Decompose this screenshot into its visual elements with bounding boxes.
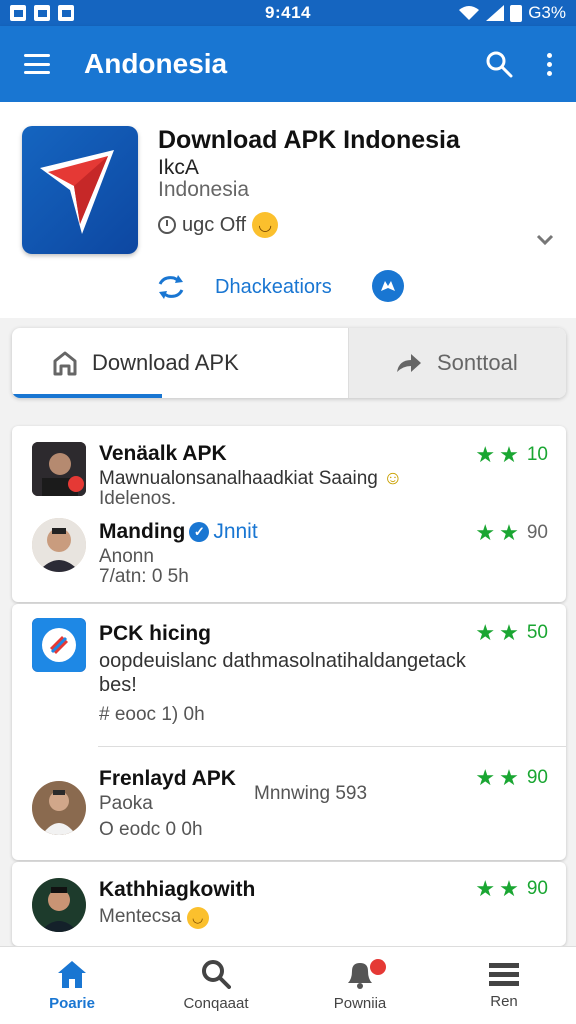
- item-description: Mawnualonsanalhaadkiat Saaing ☺: [99, 468, 403, 489]
- notification-badge: [370, 959, 386, 975]
- wifi-icon: [459, 6, 480, 20]
- item-title: PCK hicing: [99, 622, 212, 645]
- search-icon[interactable]: [485, 50, 513, 78]
- nav-list[interactable]: Ren: [432, 947, 576, 1024]
- avatar: [32, 518, 86, 572]
- tab-share-label: Sonttoal: [437, 350, 518, 375]
- rating: ★ ★ 90: [475, 767, 548, 789]
- app-bar: Andonesia: [0, 26, 576, 102]
- smile-emoji-icon: ◡: [252, 212, 279, 238]
- avatar: [32, 618, 86, 672]
- item-title: Frenlayd APK: [99, 767, 236, 790]
- nav-search-label: Conqaaat: [183, 995, 249, 1012]
- list-item[interactable]: Venäalk APK Mawnualonsanalhaadkiat Saain…: [12, 426, 566, 514]
- search-icon: [202, 960, 231, 989]
- nav-notifications[interactable]: Powniia: [288, 947, 432, 1024]
- sync-icon[interactable]: [156, 274, 186, 300]
- item-link[interactable]: Jnnit: [213, 520, 257, 543]
- item-title: Kathhiagkowith: [99, 878, 256, 901]
- bottom-navigation: Poarie Conqaaat Powniia Ren: [0, 946, 576, 1024]
- item-title: Manding ✓ Jnnit: [99, 520, 258, 543]
- star-icon: ★: [499, 520, 519, 545]
- list-item[interactable]: PCK hicing oopdeuislanc dathmasolnatihal…: [12, 604, 566, 746]
- item-subtext: Idelenos.: [99, 488, 177, 509]
- item-description: Paoka: [99, 793, 153, 814]
- signal-icon: [486, 5, 505, 21]
- rating: ★ ★ 90: [475, 878, 548, 900]
- star-icon: ★: [499, 620, 519, 645]
- more-options-icon[interactable]: [547, 52, 552, 76]
- app-title: Download APK Indonesia: [158, 126, 460, 154]
- item-subtext: # eooc 1) 0h: [99, 704, 205, 725]
- smile-emoji-icon: ◡: [186, 907, 209, 929]
- star-icon: ★: [475, 520, 496, 545]
- app-region: Indonesia: [158, 178, 250, 201]
- app-meta-text: ugc Off: [182, 213, 247, 236]
- battery-icon: [510, 4, 523, 22]
- home-icon: [58, 961, 86, 988]
- star-icon: ★: [475, 876, 496, 901]
- star-icon: ★: [475, 620, 496, 645]
- emoji-icon: ☺: [383, 468, 403, 489]
- list-card: Venäalk APK Mawnualonsanalhaadkiat Saain…: [12, 426, 566, 602]
- star-icon: ★: [499, 442, 519, 467]
- nav-notifications-label: Powniia: [333, 995, 387, 1012]
- item-description: oopdeuislanc dathmasolnatihaldangetack: [99, 650, 466, 672]
- list-icon: [489, 963, 519, 986]
- rating-value: 90: [526, 522, 548, 543]
- avatar: [32, 781, 86, 835]
- menu-icon[interactable]: [24, 54, 50, 74]
- avatar: [32, 878, 86, 932]
- item-subtext: 7/atn: 0 5h: [99, 566, 189, 587]
- app-bar-title: Andonesia: [84, 48, 228, 79]
- tab-download-label: Download APK: [92, 350, 239, 375]
- clock-icon: [158, 216, 176, 234]
- active-tab-indicator: [12, 394, 162, 398]
- app-header-card: Download APK Indonesia IkcA Indonesia ug…: [0, 102, 576, 318]
- star-icon: ★: [499, 876, 519, 901]
- item-title: Venäalk APK: [99, 442, 227, 465]
- app-meta: ugc Off ◡: [158, 212, 279, 238]
- chevron-down-icon[interactable]: [536, 234, 554, 246]
- item-description-cont: bes!: [99, 674, 137, 696]
- rating-value: 90: [526, 878, 548, 899]
- rating: ★ ★ 90: [475, 522, 548, 544]
- rating: ★ ★ 50: [475, 622, 548, 644]
- star-icon: ★: [475, 442, 496, 467]
- item-subtext: O eodc 0 0h: [99, 819, 203, 840]
- app-logo: [22, 126, 138, 254]
- rating: ★ ★ 10: [475, 444, 548, 466]
- list-card: Kathhiagkowith Mentecsa ◡ ★ ★ 90: [12, 862, 566, 946]
- avatar: [32, 442, 86, 496]
- star-icon: ★: [499, 765, 519, 790]
- tab-share[interactable]: Sonttoal: [348, 328, 566, 398]
- tab-bar: Download APK Sonttoal: [12, 328, 566, 398]
- rating-value: 50: [526, 622, 548, 643]
- tab-download-apk[interactable]: Download APK: [12, 328, 348, 398]
- header-action-link[interactable]: Dhackeatiors: [215, 276, 332, 299]
- list-item[interactable]: Frenlayd APK Paoka O eodc 0 0h Mnnwing 5…: [12, 747, 566, 860]
- verified-icon: ✓: [189, 522, 210, 543]
- item-side-text: Mnnwing 593: [254, 783, 368, 804]
- list-item[interactable]: Manding ✓ Jnnit Anonn 7/atn: 0 5h ★ ★ 90: [12, 514, 566, 602]
- nav-search[interactable]: Conqaaat: [144, 947, 288, 1024]
- star-icon: ★: [475, 765, 496, 790]
- list-item[interactable]: Kathhiagkowith Mentecsa ◡ ★ ★ 90: [12, 862, 566, 946]
- nav-home[interactable]: Poarie: [0, 947, 144, 1024]
- app-subtitle: IkcA: [158, 156, 199, 179]
- share-arrow-icon: [397, 354, 421, 372]
- battery-level: G3%: [528, 3, 566, 22]
- item-description: Mentecsa ◡: [99, 906, 209, 929]
- gamepad-icon[interactable]: [372, 270, 404, 302]
- rating-value: 10: [526, 444, 548, 465]
- item-description: Anonn: [99, 546, 154, 567]
- house-icon: [53, 351, 77, 376]
- list-card: PCK hicing oopdeuislanc dathmasolnatihal…: [12, 604, 566, 860]
- status-bar: 9:414 G3%: [0, 0, 576, 26]
- rating-value: 90: [526, 767, 548, 788]
- nav-home-label: Poarie: [49, 995, 95, 1012]
- nav-list-label: Ren: [490, 993, 518, 1010]
